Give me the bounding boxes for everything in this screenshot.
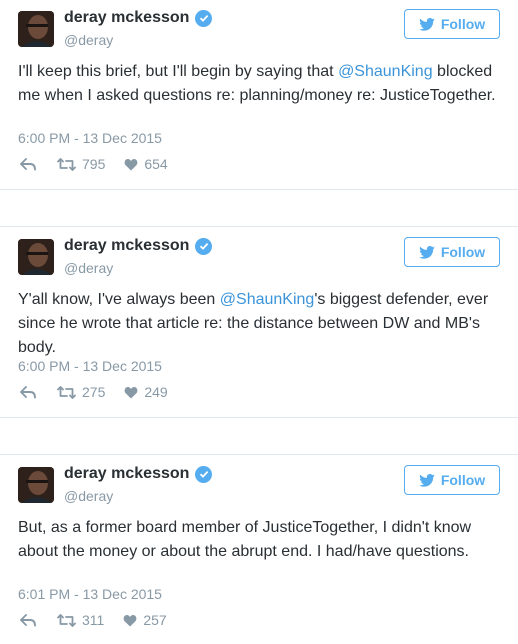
heart-icon: [124, 158, 138, 170]
retweet-button[interactable]: 275: [57, 384, 105, 400]
retweet-count: 275: [82, 384, 106, 400]
follow-button[interactable]: Follow: [404, 9, 500, 39]
tweet-divider: [0, 454, 518, 455]
verified-badge-icon: [195, 237, 213, 255]
twitter-bird-icon: [419, 245, 435, 259]
twitter-bird-icon: [419, 17, 435, 31]
author-name-text[interactable]: deray mckesson: [64, 465, 189, 483]
follow-label: Follow: [440, 244, 486, 260]
retweet-count: 311: [82, 612, 105, 628]
author-name-text[interactable]: deray mckesson: [64, 237, 189, 255]
retweet-button[interactable]: 795: [57, 156, 105, 172]
like-button[interactable]: 249: [124, 384, 168, 400]
like-button[interactable]: 654: [124, 156, 168, 172]
follow-button[interactable]: Follow: [404, 237, 500, 267]
tweet-card: deray mckesson @deray Follow But, as a f…: [0, 456, 518, 644]
author-handle[interactable]: @deray: [64, 32, 113, 48]
follow-label: Follow: [440, 16, 486, 32]
reply-button[interactable]: [20, 613, 36, 627]
tweet-text: I'll keep this brief, but I'll begin by …: [18, 60, 500, 108]
follow-button[interactable]: Follow: [404, 465, 500, 495]
tweet-text-part: I'll keep this brief, but I'll begin by …: [18, 63, 339, 80]
verified-badge-icon: [195, 465, 213, 483]
author-name-text[interactable]: deray mckesson: [64, 9, 189, 27]
reply-icon: [20, 385, 36, 398]
author-name[interactable]: deray mckesson: [64, 237, 213, 255]
heart-icon: [123, 614, 137, 626]
like-button[interactable]: 257: [123, 612, 167, 628]
author-handle[interactable]: @deray: [64, 260, 113, 276]
mention-link[interactable]: @ShaunKing: [338, 63, 433, 80]
like-count: 257: [143, 612, 167, 628]
timestamp[interactable]: 6:00 PM - 13 Dec 2015: [18, 358, 162, 374]
author-name[interactable]: deray mckesson: [64, 9, 213, 27]
tweet-divider: [0, 417, 518, 418]
tweet-text-part: But, as a former board member of Justice…: [18, 519, 472, 560]
like-count: 249: [144, 384, 168, 400]
reply-icon: [20, 157, 36, 170]
tweet-card: deray mckesson @deray Follow I'll keep t…: [0, 0, 518, 188]
reply-button[interactable]: [20, 385, 36, 399]
avatar[interactable]: [18, 11, 54, 47]
retweet-button[interactable]: 311: [57, 612, 104, 628]
retweet-icon: [57, 385, 76, 399]
tweet-text-part: Y'all know, I've always been: [18, 291, 220, 308]
tweet-card: deray mckesson @deray Follow Y'all know,…: [0, 228, 518, 416]
follow-label: Follow: [440, 472, 486, 488]
retweet-count: 795: [82, 156, 106, 172]
mention-link[interactable]: @ShaunKing: [220, 291, 315, 308]
reply-button[interactable]: [20, 157, 36, 171]
avatar[interactable]: [18, 239, 54, 275]
avatar[interactable]: [18, 467, 54, 503]
verified-badge-icon: [195, 9, 213, 27]
twitter-bird-icon: [419, 473, 435, 487]
heart-icon: [124, 386, 138, 398]
like-count: 654: [144, 156, 168, 172]
timestamp[interactable]: 6:00 PM - 13 Dec 2015: [18, 130, 162, 146]
tweet-text: Y'all know, I've always been @ShaunKing'…: [18, 288, 500, 360]
tweet-divider: [0, 189, 518, 190]
tweet-actions: 795 654: [18, 156, 168, 172]
tweet-text: But, as a former board member of Justice…: [18, 516, 500, 564]
author-handle[interactable]: @deray: [64, 488, 113, 504]
author-name[interactable]: deray mckesson: [64, 465, 213, 483]
reply-icon: [20, 613, 36, 626]
tweet-actions: 311 257: [18, 612, 167, 628]
tweet-divider: [0, 226, 518, 227]
retweet-icon: [57, 613, 76, 627]
retweet-icon: [57, 157, 76, 171]
timestamp[interactable]: 6:01 PM - 13 Dec 2015: [18, 586, 162, 602]
tweet-actions: 275 249: [18, 384, 168, 400]
